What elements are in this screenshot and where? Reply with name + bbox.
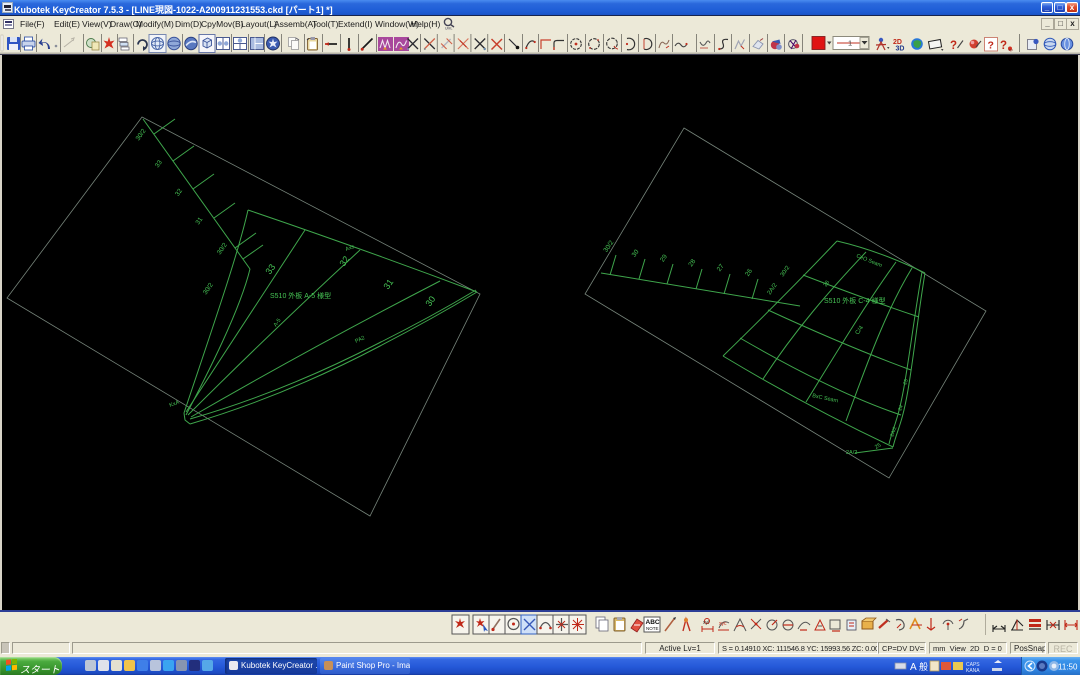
svg-text:C/4: C/4 [855,325,866,337]
svg-text:3D: 3D [896,46,905,53]
svg-text:30: 30 [631,248,641,258]
svg-text:NOTE: NOTE [646,626,659,631]
svg-text:30/2: 30/2 [780,265,792,279]
svg-text:30/2: 30/2 [216,241,229,256]
svg-text:?: ? [950,40,957,52]
svg-text:A-5: A-5 [273,318,283,328]
svg-text:30/2: 30/2 [202,281,215,296]
svg-text:PA2: PA2 [354,335,366,345]
svg-text:32: 32 [337,254,351,268]
svg-text:S510 外板 C-4 様型: S510 外板 C-4 様型 [824,296,885,305]
svg-text:29: 29 [659,253,669,263]
svg-text:xyc: xyc [719,621,727,627]
svg-text:xyl: xyl [703,620,709,626]
svg-text:2A/2: 2A/2 [846,450,857,456]
svg-text:31: 31 [381,277,395,291]
svg-text:26: 26 [823,280,831,288]
svg-text:般: 般 [919,661,928,672]
svg-text:30: 30 [423,294,437,308]
svg-text:28: 28 [687,258,697,268]
svg-text:S510 外板 A-5 様型: S510 外板 A-5 様型 [270,291,331,300]
svg-text:ABC: ABC [646,619,660,626]
svg-text:11:50: 11:50 [1058,663,1078,672]
svg-text:33: 33 [263,262,277,276]
svg-text:UML: UML [445,27,452,31]
svg-text:KANA: KANA [966,668,980,674]
svg-text:?: ? [988,40,994,52]
svg-text:Axs: Axs [345,244,356,253]
svg-text:2A/2: 2A/2 [767,282,779,296]
svg-text:?: ? [1000,40,1007,52]
svg-text:30/2: 30/2 [135,127,148,142]
svg-text:26: 26 [744,267,754,277]
svg-text:27: 27 [716,263,726,273]
svg-text:33: 33 [154,159,164,169]
svg-text:BxC Seam: BxC Seam [812,393,839,404]
svg-text:31: 31 [195,216,205,226]
svg-text:32: 32 [174,187,184,197]
svg-text:A: A [910,662,917,673]
svg-text:CeO Seam: CeO Seam [855,253,883,269]
svg-text:1: 1 [848,39,852,48]
